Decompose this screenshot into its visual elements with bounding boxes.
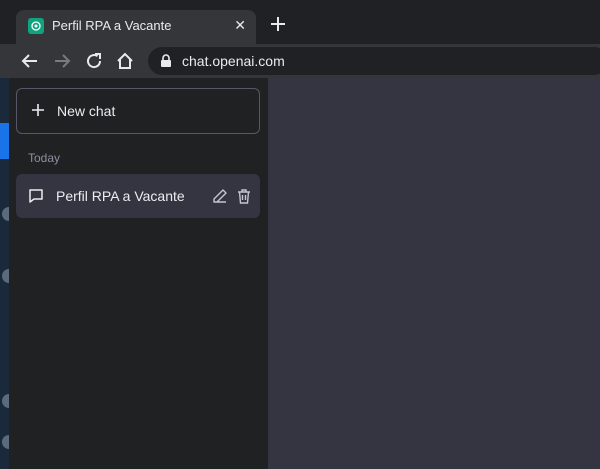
home-icon[interactable]	[116, 52, 134, 70]
tab-close-icon[interactable]: ✕	[234, 17, 246, 33]
section-label-today: Today	[28, 151, 61, 165]
url-text: chat.openai.com	[182, 53, 285, 69]
address-bar[interactable]: chat.openai.com	[148, 47, 600, 75]
main-chat-area	[268, 78, 600, 469]
background-window-dot	[2, 435, 9, 449]
new-chat-button[interactable]: New chat	[16, 88, 260, 134]
browser-tab[interactable]: Perfil RPA a Vacante ✕	[16, 10, 256, 44]
browser-toolbar: chat.openai.com	[0, 44, 600, 78]
message-icon	[28, 188, 44, 209]
lock-icon[interactable]	[160, 54, 172, 73]
sidebar: New chat Today Perfil RPA a Vacante	[9, 78, 268, 469]
reload-icon[interactable]	[85, 52, 103, 70]
chatgpt-favicon-icon	[28, 18, 44, 34]
tab-title: Perfil RPA a Vacante	[52, 18, 172, 33]
tab-strip: Perfil RPA a Vacante ✕	[0, 0, 600, 44]
background-window-dot	[2, 394, 9, 408]
background-window-dot	[2, 207, 9, 221]
background-window-accent	[0, 123, 9, 159]
plus-icon	[31, 103, 45, 117]
background-window-dot	[2, 269, 9, 283]
trash-icon[interactable]	[236, 188, 252, 209]
forward-arrow-icon[interactable]	[53, 52, 71, 70]
page-content: New chat Today Perfil RPA a Vacante	[0, 78, 600, 469]
chat-title: Perfil RPA a Vacante	[56, 188, 185, 204]
chat-list-item[interactable]: Perfil RPA a Vacante	[16, 174, 260, 218]
new-tab-icon[interactable]	[268, 14, 288, 34]
new-chat-label: New chat	[57, 103, 116, 119]
back-arrow-icon[interactable]	[21, 52, 39, 70]
edit-pencil-icon[interactable]	[212, 188, 228, 209]
background-window-edge	[0, 78, 9, 469]
